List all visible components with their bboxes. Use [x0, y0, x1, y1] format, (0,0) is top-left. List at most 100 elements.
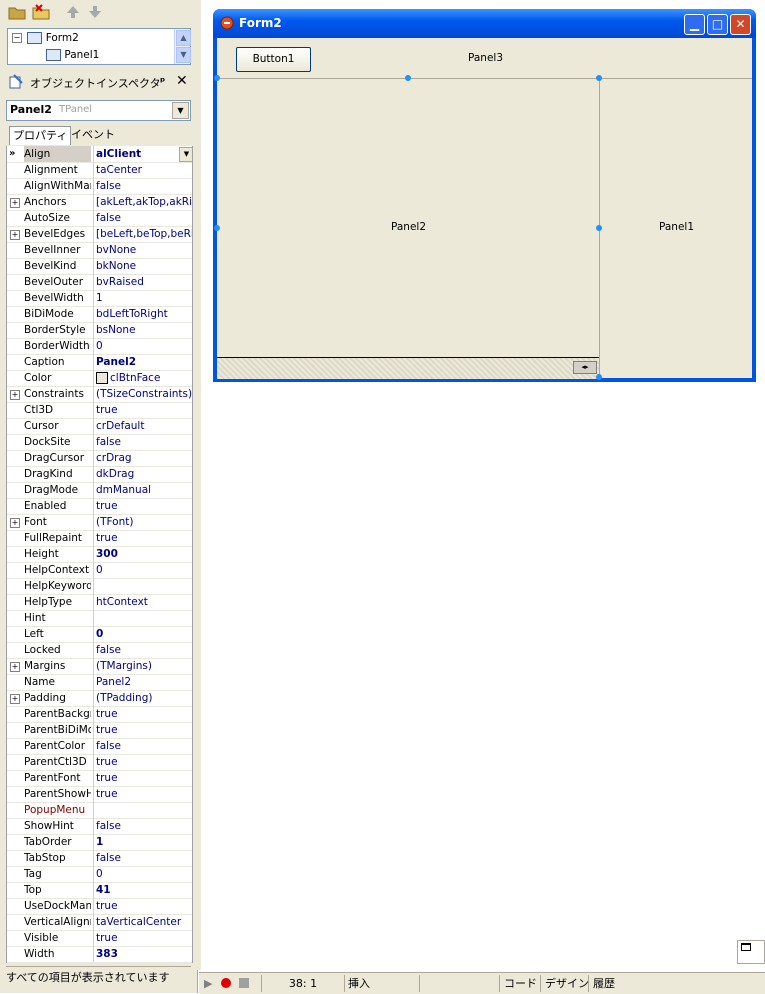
- property-value[interactable]: (TPadding): [93, 690, 192, 706]
- property-value[interactable]: crDrag: [93, 450, 192, 466]
- expand-icon[interactable]: +: [10, 390, 20, 400]
- property-row[interactable]: ParentBiDiMode true: [7, 722, 192, 739]
- record-icon[interactable]: [221, 978, 231, 988]
- chevron-down-icon[interactable]: ▼: [179, 147, 192, 162]
- property-value[interactable]: false: [93, 818, 192, 834]
- property-value[interactable]: true: [93, 754, 192, 770]
- property-row[interactable]: AlignWithMargins false: [7, 178, 192, 195]
- property-value[interactable]: [93, 610, 192, 626]
- property-row[interactable]: VerticalAlignment taVerticalCenter: [7, 914, 192, 931]
- arrow-down-icon[interactable]: [86, 4, 104, 20]
- mini-window-icon[interactable]: [737, 940, 765, 964]
- property-value[interactable]: 1: [93, 290, 192, 306]
- property-value[interactable]: bsNone: [93, 322, 192, 338]
- property-row[interactable]: BorderStyle bsNone: [7, 322, 192, 339]
- expand-icon[interactable]: +: [10, 518, 20, 528]
- property-row[interactable]: + Padding (TPadding): [7, 690, 192, 707]
- property-row[interactable]: + Anchors [akLeft,akTop,akRight]: [7, 194, 192, 211]
- property-value[interactable]: true: [93, 898, 192, 914]
- property-value[interactable]: [akLeft,akTop,akRight]: [93, 194, 192, 210]
- pin-icon[interactable]: ᵖ: [160, 75, 165, 88]
- property-row[interactable]: Ctl3D true: [7, 402, 192, 419]
- property-row[interactable]: Alignment taCenter: [7, 162, 192, 179]
- collapse-icon[interactable]: −: [12, 33, 22, 43]
- property-row[interactable]: Hint: [7, 610, 192, 627]
- expand-icon[interactable]: +: [10, 198, 20, 208]
- chevron-down-icon[interactable]: ▼: [172, 102, 189, 119]
- arrow-up-icon[interactable]: [64, 4, 82, 20]
- property-row[interactable]: HelpKeyword: [7, 578, 192, 595]
- expand-icon[interactable]: +: [10, 230, 20, 240]
- panel2[interactable]: Panel2 ◂▸: [214, 75, 602, 380]
- property-value[interactable]: bvNone: [93, 242, 192, 258]
- property-row[interactable]: Enabled true: [7, 498, 192, 515]
- expand-icon[interactable]: +: [10, 694, 20, 704]
- panel3[interactable]: Button1 Panel3: [217, 38, 752, 79]
- property-row[interactable]: Name Panel2: [7, 674, 192, 691]
- property-value[interactable]: Panel2: [93, 674, 192, 690]
- property-value[interactable]: 300: [93, 546, 192, 562]
- property-value[interactable]: true: [93, 706, 192, 722]
- property-value[interactable]: false: [93, 210, 192, 226]
- property-value[interactable]: bdLeftToRight: [93, 306, 192, 322]
- property-row[interactable]: HelpContext 0: [7, 562, 192, 579]
- scroll-down-icon[interactable]: ▼: [176, 47, 191, 63]
- property-row[interactable]: Top 41: [7, 882, 192, 899]
- property-value[interactable]: dkDrag: [93, 466, 192, 482]
- property-value[interactable]: 41: [93, 882, 192, 898]
- property-row[interactable]: ParentShowHint true: [7, 786, 192, 803]
- property-row[interactable]: BiDiMode bdLeftToRight: [7, 306, 192, 323]
- property-value[interactable]: Panel2: [93, 354, 192, 370]
- property-row[interactable]: HelpType htContext: [7, 594, 192, 611]
- selection-handle[interactable]: [405, 75, 411, 81]
- property-row[interactable]: BevelOuter bvRaised: [7, 274, 192, 291]
- close-window-icon[interactable]: ✕: [730, 14, 751, 35]
- property-row[interactable]: ParentBackground true: [7, 706, 192, 723]
- property-value[interactable]: dmManual: [93, 482, 192, 498]
- property-row[interactable]: BorderWidth 0: [7, 338, 192, 355]
- property-row[interactable]: Visible true: [7, 930, 192, 947]
- splitter[interactable]: [197, 0, 201, 970]
- property-row[interactable]: Caption Panel2: [7, 354, 192, 371]
- property-value[interactable]: taVerticalCenter: [93, 914, 192, 930]
- scroll-arrows-icon[interactable]: ◂▸: [573, 361, 597, 374]
- property-row[interactable]: AutoSize false: [7, 210, 192, 227]
- property-value[interactable]: true: [93, 402, 192, 418]
- property-row[interactable]: BevelInner bvNone: [7, 242, 192, 259]
- play-icon[interactable]: ▶: [204, 977, 212, 990]
- close-icon[interactable]: ✕: [176, 73, 188, 89]
- stop-icon[interactable]: [239, 978, 249, 988]
- folder-icon[interactable]: [8, 4, 26, 20]
- property-value[interactable]: (TFont): [93, 514, 192, 530]
- property-row[interactable]: + Constraints (TSizeConstraints): [7, 386, 192, 403]
- delete-icon[interactable]: [32, 4, 50, 20]
- property-value[interactable]: [93, 802, 192, 818]
- property-row[interactable]: TabStop false: [7, 850, 192, 867]
- object-selector[interactable]: Panel2 TPanel ▼: [6, 100, 191, 121]
- property-row[interactable]: DragKind dkDrag: [7, 466, 192, 483]
- property-value[interactable]: false: [93, 434, 192, 450]
- property-row[interactable]: BevelWidth 1: [7, 290, 192, 307]
- property-row[interactable]: UseDockManager true: [7, 898, 192, 915]
- tree-item-panel1[interactable]: Panel1: [46, 47, 99, 63]
- property-value[interactable]: false: [93, 850, 192, 866]
- property-value[interactable]: (TSizeConstraints): [93, 386, 192, 402]
- property-row[interactable]: + BevelEdges [beLeft,beTop,beRight]: [7, 226, 192, 243]
- property-row[interactable]: Tag 0: [7, 866, 192, 883]
- property-value[interactable]: true: [93, 930, 192, 946]
- button1[interactable]: Button1: [236, 47, 311, 72]
- property-row[interactable]: + Font (TFont): [7, 514, 192, 531]
- property-value[interactable]: true: [93, 770, 192, 786]
- property-value[interactable]: 0: [93, 866, 192, 882]
- property-value[interactable]: bkNone: [93, 258, 192, 274]
- property-value[interactable]: alClient ▼: [93, 146, 192, 162]
- property-value[interactable]: bvRaised: [93, 274, 192, 290]
- property-row[interactable]: DockSite false: [7, 434, 192, 451]
- property-row[interactable]: + Margins (TMargins): [7, 658, 192, 675]
- property-row[interactable]: Width 383: [7, 946, 192, 963]
- tab-events[interactable]: イベント: [68, 126, 118, 144]
- property-value[interactable]: 0: [93, 338, 192, 354]
- property-value[interactable]: false: [93, 178, 192, 194]
- tab-properties[interactable]: プロパティ: [9, 126, 72, 145]
- property-row[interactable]: BevelKind bkNone: [7, 258, 192, 275]
